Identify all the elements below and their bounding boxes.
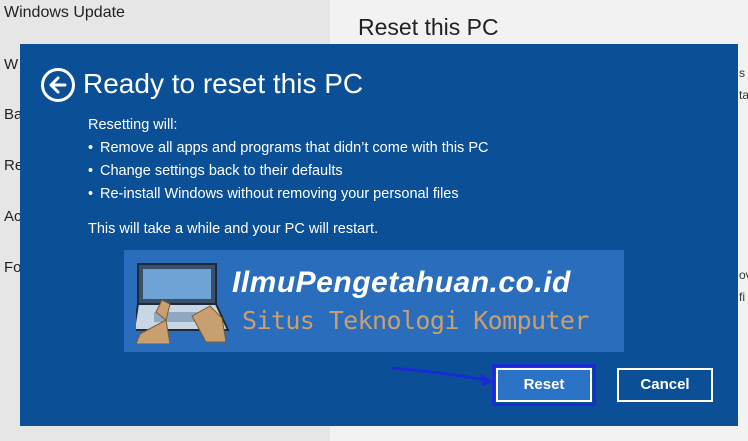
- bullet-icon: •: [88, 140, 94, 156]
- list-item-text: Remove all apps and programs that didn’t…: [100, 140, 489, 156]
- list-item: • Re-install Windows without removing yo…: [88, 183, 488, 206]
- back-button[interactable]: [41, 68, 75, 102]
- bullet-icon: •: [88, 186, 94, 202]
- sidebar-item-partial[interactable]: W: [4, 56, 18, 73]
- bullet-icon: •: [88, 163, 94, 179]
- back-arrow-icon: [49, 76, 67, 94]
- pointer-arrow-icon: [391, 366, 494, 386]
- sidebar-item-partial[interactable]: Fo: [4, 259, 22, 276]
- restart-note: This will take a while and your PC will …: [88, 221, 379, 237]
- cancel-button[interactable]: Cancel: [617, 368, 713, 402]
- list-item: • Remove all apps and programs that didn…: [88, 137, 488, 160]
- watermark: IlmuPengetahuan.co.id Situs Teknologi Ko…: [124, 250, 624, 352]
- dialog-body: Resetting will: • Remove all apps and pr…: [88, 114, 488, 241]
- laptop-hands-icon: [136, 263, 230, 344]
- content-text-fragment: fi: [739, 290, 745, 304]
- watermark-site: IlmuPengetahuan.co.id: [232, 266, 571, 299]
- list-item: • Change settings back to their defaults: [88, 160, 488, 183]
- watermark-tagline: Situs Teknologi Komputer: [242, 306, 589, 335]
- reset-button[interactable]: Reset: [492, 364, 596, 406]
- list-item-text: Re-install Windows without removing your…: [100, 186, 459, 202]
- content-text-fragment: ta: [739, 88, 748, 102]
- list-item-text: Change settings back to their defaults: [100, 163, 343, 179]
- content-text-fragment: s: [739, 66, 745, 80]
- reset-dialog: Ready to reset this PC Resetting will: •…: [20, 44, 738, 426]
- dialog-title: Ready to reset this PC: [83, 68, 364, 99]
- page-title: Reset this PC: [358, 14, 499, 40]
- sidebar-item-partial[interactable]: Ac: [4, 208, 22, 225]
- content-text-fragment: ov: [739, 268, 748, 282]
- intro-text: Resetting will:: [88, 117, 178, 133]
- sidebar-item-windows-update[interactable]: Windows Update: [4, 4, 125, 22]
